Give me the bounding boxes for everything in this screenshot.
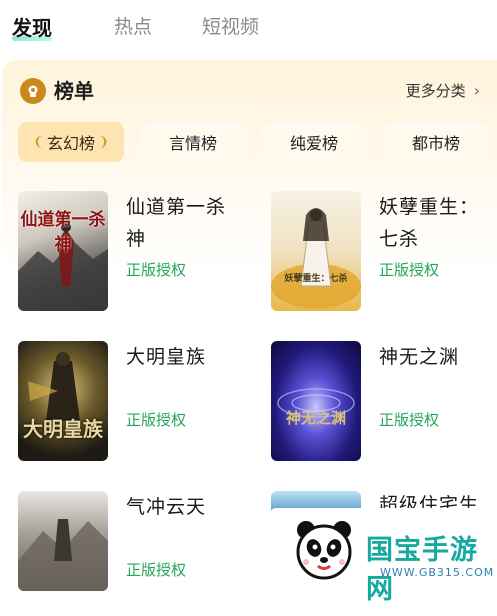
book-tag: 正版授权: [126, 561, 187, 579]
book-item[interactable]: 神无之渊 神无之渊 正版授权: [271, 341, 497, 466]
book-item[interactable]: 仙道第一杀神 仙道第一杀神 正版授权: [18, 191, 248, 316]
chip-label: 都市榜: [411, 134, 460, 153]
cover-title: 妖孽重生：七杀: [284, 274, 348, 284]
more-categories-link[interactable]: 更多分类 ›: [406, 80, 480, 102]
more-categories-label: 更多分类: [405, 82, 466, 100]
book-item[interactable]: 气冲云天 正版授权: [18, 491, 248, 616]
chevron-right-icon: ›: [473, 81, 480, 100]
cover-title: 仙道第一杀神: [20, 210, 106, 255]
book-title: 大明皇族: [126, 346, 207, 368]
ranking-header: 榜单 更多分类 ›: [20, 78, 480, 108]
cover-title: 神无之渊: [285, 409, 346, 427]
chip-xuanhuan[interactable]: ❨ 玄幻榜 ❩: [18, 122, 124, 162]
chip-chunai[interactable]: 纯爱榜: [261, 122, 367, 162]
panda-logo-icon: [296, 521, 352, 580]
book-tag: 正版授权: [126, 411, 187, 429]
watermark-url: WWW.GB315.COM: [380, 566, 495, 579]
top-tab-bar: 发现 热点 短视频: [0, 0, 497, 52]
book-cover: 仙道第一杀神: [18, 191, 108, 311]
tab-hot[interactable]: 热点: [114, 12, 152, 39]
tab-short-video[interactable]: 短视频: [202, 12, 259, 39]
book-tag: 正版授权: [379, 411, 440, 429]
laurel-left-icon: ❨: [33, 134, 44, 150]
cover-title: 大明皇族: [23, 417, 103, 441]
chip-yanqing[interactable]: 言情榜: [140, 122, 246, 162]
chip-label: 纯爱榜: [289, 134, 338, 153]
book-title: 妖孽重生：七杀: [379, 196, 480, 250]
chip-dushi[interactable]: 都市榜: [383, 122, 489, 162]
book-cover: [18, 491, 108, 591]
category-chip-row: ❨ 玄幻榜 ❩ 言情榜 纯爱榜 都市榜: [18, 122, 497, 164]
book-tag: 正版授权: [379, 261, 440, 279]
book-item[interactable]: 妖孽重生：七杀 妖孽重生：七杀 正版授权: [271, 191, 497, 316]
book-item[interactable]: 大明皇族 大明皇族 正版授权: [18, 341, 248, 466]
book-title: 气冲云天: [126, 496, 207, 518]
crown-icon: [20, 78, 46, 104]
tab-discover[interactable]: 发现: [12, 12, 52, 41]
book-tag: 正版授权: [126, 261, 187, 279]
book-cover: 神无之渊: [271, 341, 361, 461]
ranking-title: 榜单: [54, 79, 94, 103]
book-cover: 大明皇族: [18, 341, 108, 461]
book-title: 神无之渊: [379, 346, 460, 368]
book-title: 仙道第一杀神: [126, 196, 227, 250]
chip-label: 言情榜: [168, 134, 217, 153]
site-watermark: 国宝手游网 WWW.GB315.COM: [270, 508, 497, 605]
laurel-right-icon: ❩: [98, 134, 109, 150]
book-cover: 妖孽重生：七杀: [271, 191, 361, 311]
chip-label: 玄幻榜: [46, 134, 95, 153]
